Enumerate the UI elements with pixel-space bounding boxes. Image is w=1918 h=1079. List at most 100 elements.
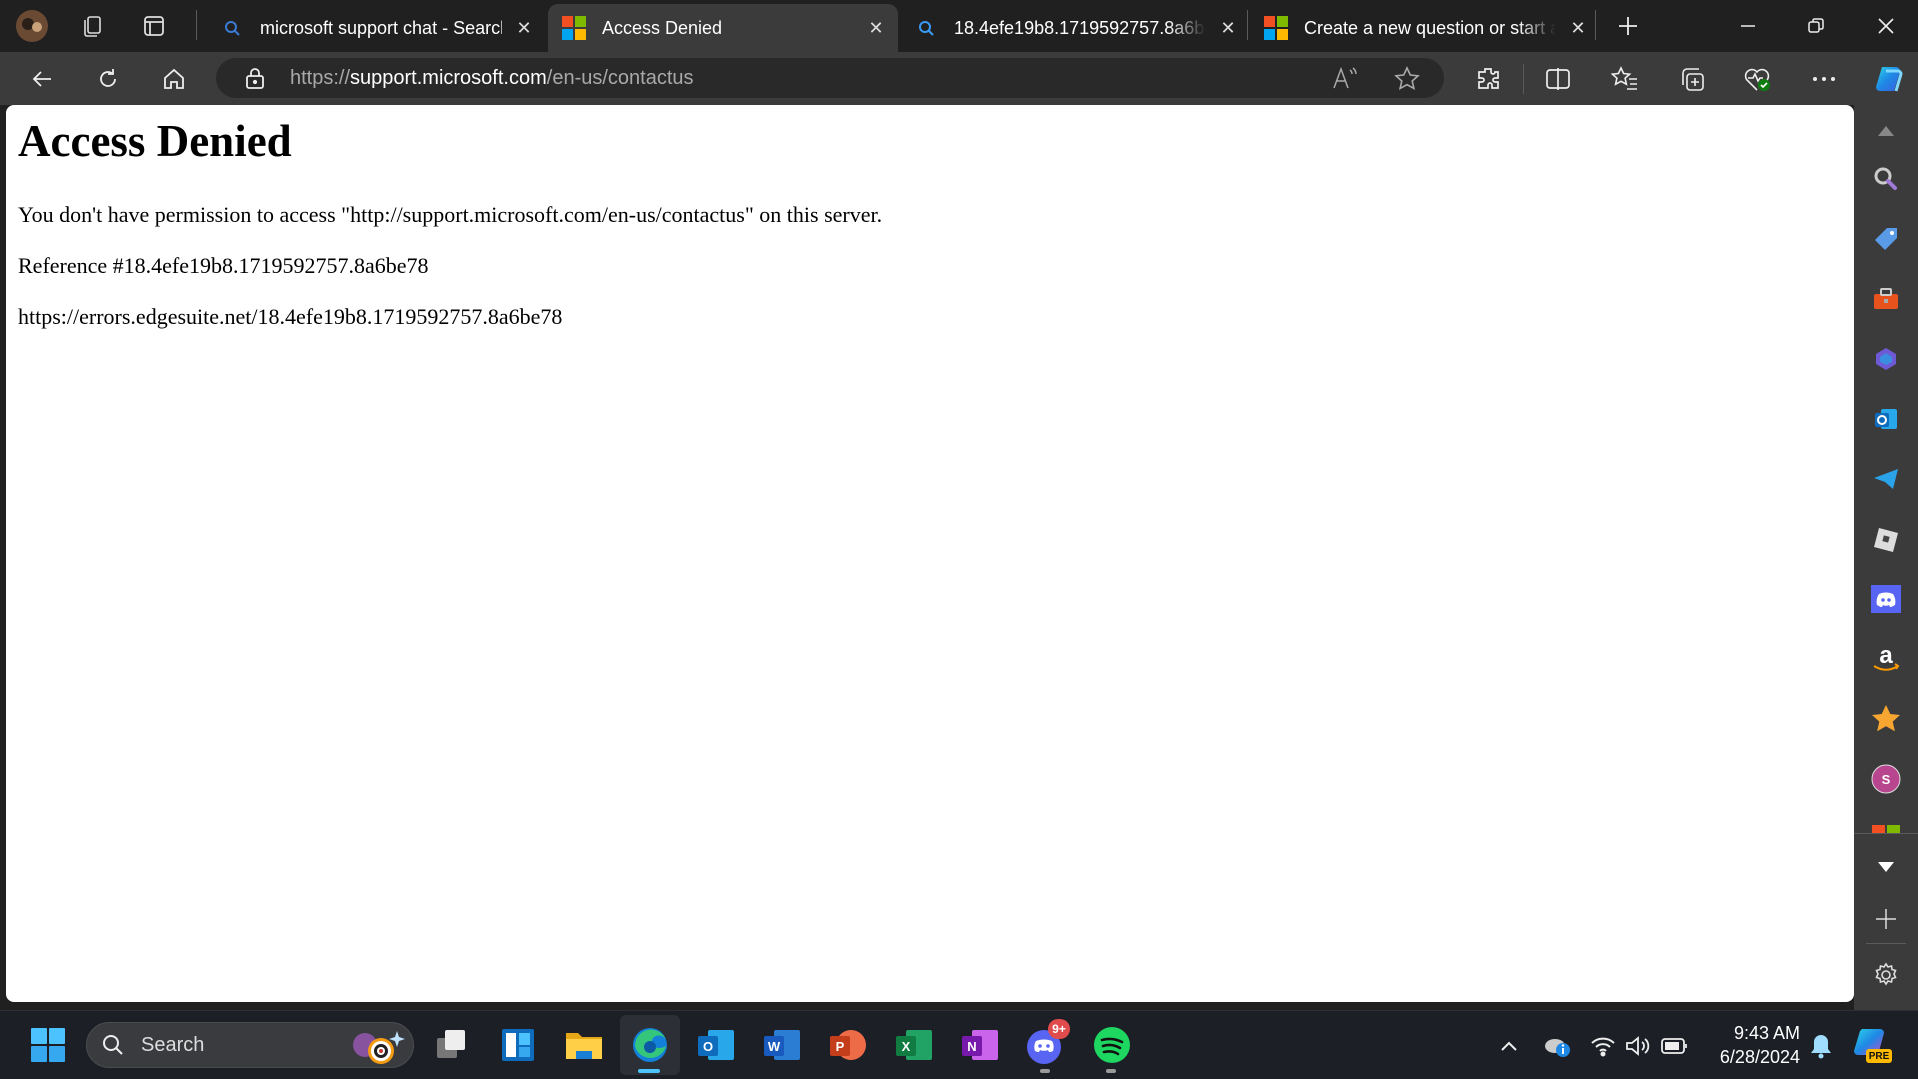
close-window-button[interactable] [1868, 8, 1904, 44]
onedrive-icon[interactable] [1542, 1031, 1572, 1061]
page-heading: Access Denied [18, 116, 292, 166]
excel-taskbar-icon[interactable]: X [892, 1023, 936, 1067]
navigation-toolbar: https://support.microsoft.com/en-us/cont… [0, 52, 1918, 105]
task-view-icon[interactable] [430, 1023, 474, 1067]
tab-title: Create a new question or start a discuss… [1304, 17, 1556, 38]
discord-taskbar-icon[interactable]: 9+ [1024, 1019, 1070, 1067]
svg-text:X: X [902, 1039, 911, 1054]
favorites-list-icon[interactable] [1607, 61, 1643, 97]
favorites-star-icon[interactable] [1868, 701, 1904, 737]
home-button[interactable] [156, 61, 192, 97]
minimize-button[interactable] [1730, 8, 1766, 44]
tab-reference-search[interactable]: 18.4efe19b8.1719592757.8a6be78 ✕ [900, 4, 1250, 52]
favorite-star-icon[interactable] [1394, 66, 1420, 97]
word-taskbar-icon[interactable]: W [760, 1023, 804, 1067]
show-hidden-icons-chevron[interactable] [1494, 1031, 1524, 1061]
svg-text:N: N [967, 1039, 976, 1054]
sidebar-divider [1854, 833, 1918, 834]
taskbar: Search O W P X N 9+ 9:43 AM 6/28/2024 PR… [0, 1010, 1918, 1079]
tab-access-denied[interactable]: Access Denied ✕ [548, 4, 898, 52]
search-icon [914, 16, 938, 40]
tab-separator [1595, 10, 1596, 40]
copilot-icon[interactable] [1870, 61, 1910, 97]
vertical-tabs-icon[interactable] [136, 8, 172, 44]
shopping-tag-icon[interactable] [1868, 221, 1904, 257]
sidebar-divider [1866, 943, 1906, 944]
discord-icon[interactable] [1868, 581, 1904, 617]
extensions-icon[interactable] [1470, 61, 1506, 97]
search-icon [101, 1033, 125, 1062]
collections-icon[interactable] [1674, 61, 1710, 97]
url-text[interactable]: https://support.microsoft.com/en-us/cont… [290, 67, 694, 90]
profile-s-icon[interactable]: S [1868, 761, 1904, 797]
microsoft-logo-icon [562, 16, 586, 40]
microsoft-apps-icon[interactable] [1868, 823, 1904, 833]
new-tab-button[interactable] [1610, 8, 1646, 44]
tools-icon[interactable] [1868, 281, 1904, 317]
add-sidebar-app-icon[interactable] [1868, 901, 1904, 937]
notification-bell-icon[interactable] [1806, 1031, 1836, 1061]
copilot-preview-icon[interactable]: PRE [1852, 1025, 1892, 1065]
file-explorer-icon[interactable] [562, 1023, 606, 1067]
profile-avatar[interactable] [14, 8, 50, 44]
start-button[interactable] [26, 1023, 70, 1067]
read-aloud-icon[interactable] [1332, 66, 1358, 95]
tab-title: microsoft support chat - Search [260, 17, 502, 38]
tab-title: Access Denied [602, 17, 723, 38]
sidebar-search-icon[interactable] [1868, 161, 1904, 197]
tab-separator [196, 10, 197, 40]
workspaces-icon[interactable] [74, 8, 110, 44]
outlook-taskbar-icon[interactable]: O [694, 1023, 738, 1067]
roblox-icon[interactable] [1868, 521, 1904, 557]
widgets-icon[interactable] [496, 1023, 540, 1067]
sidebar-settings-icon[interactable] [1868, 957, 1904, 993]
search-label: Search [141, 1034, 205, 1056]
page-content: Access Denied You don't have permission … [6, 105, 1854, 1002]
spotify-taskbar-icon[interactable] [1090, 1023, 1134, 1067]
svg-text:S: S [1882, 772, 1891, 787]
lock-icon[interactable] [244, 66, 266, 95]
close-tab-icon[interactable]: ✕ [1216, 16, 1240, 40]
clock-time: 9:43 AM [1733, 1023, 1800, 1043]
powerpoint-taskbar-icon[interactable]: P [826, 1023, 870, 1067]
toolbar-separator [1523, 64, 1524, 94]
scroll-down-icon[interactable] [1868, 849, 1904, 885]
battery-icon[interactable] [1660, 1031, 1690, 1061]
search-icon [220, 16, 244, 40]
tab-search[interactable]: microsoft support chat - Search ✕ [206, 4, 546, 52]
telegram-icon[interactable] [1868, 461, 1904, 497]
settings-more-icon[interactable] [1806, 61, 1842, 97]
close-tab-icon[interactable]: ✕ [1566, 16, 1590, 40]
split-screen-icon[interactable] [1540, 61, 1576, 97]
error-url: https://errors.edgesuite.net/18.4efe19b8… [18, 304, 563, 329]
volume-icon[interactable] [1624, 1031, 1654, 1061]
close-tab-icon[interactable]: ✕ [864, 16, 888, 40]
address-bar[interactable]: https://support.microsoft.com/en-us/cont… [216, 58, 1444, 98]
active-indicator [638, 1069, 660, 1073]
wifi-icon[interactable] [1588, 1031, 1618, 1061]
onenote-taskbar-icon[interactable]: N [958, 1023, 1002, 1067]
tab-create-question[interactable]: Create a new question or start a discuss… [1250, 4, 1600, 52]
outlook-icon[interactable] [1868, 401, 1904, 437]
amazon-icon[interactable]: a [1868, 641, 1904, 677]
microsoft-logo-icon [1264, 16, 1288, 40]
back-button[interactable] [24, 61, 60, 97]
tab-title: 18.4efe19b8.1719592757.8a6be78 [954, 17, 1206, 38]
clock-date: 6/28/2024 [1719, 1047, 1800, 1067]
restore-button[interactable] [1798, 8, 1834, 44]
permission-message: You don't have permission to access "htt… [18, 202, 883, 227]
refresh-button[interactable] [90, 61, 126, 97]
close-tab-icon[interactable]: ✕ [512, 16, 536, 40]
preview-badge: PRE [1866, 1049, 1892, 1063]
svg-text:a: a [1879, 644, 1893, 669]
svg-text:W: W [768, 1039, 781, 1054]
microsoft-365-icon[interactable] [1868, 341, 1904, 377]
scroll-up-icon[interactable] [1868, 113, 1904, 149]
notification-badge: 9+ [1048, 1019, 1070, 1039]
clock[interactable]: 9:43 AM 6/28/2024 [1700, 1021, 1800, 1069]
edge-taskbar-icon[interactable] [628, 1023, 672, 1067]
reference-number: Reference #18.4efe19b8.1719592757.8a6be7… [18, 253, 429, 278]
browser-essentials-icon[interactable] [1740, 61, 1776, 97]
svg-text:P: P [836, 1039, 845, 1054]
taskbar-search-box[interactable]: Search [86, 1022, 414, 1068]
